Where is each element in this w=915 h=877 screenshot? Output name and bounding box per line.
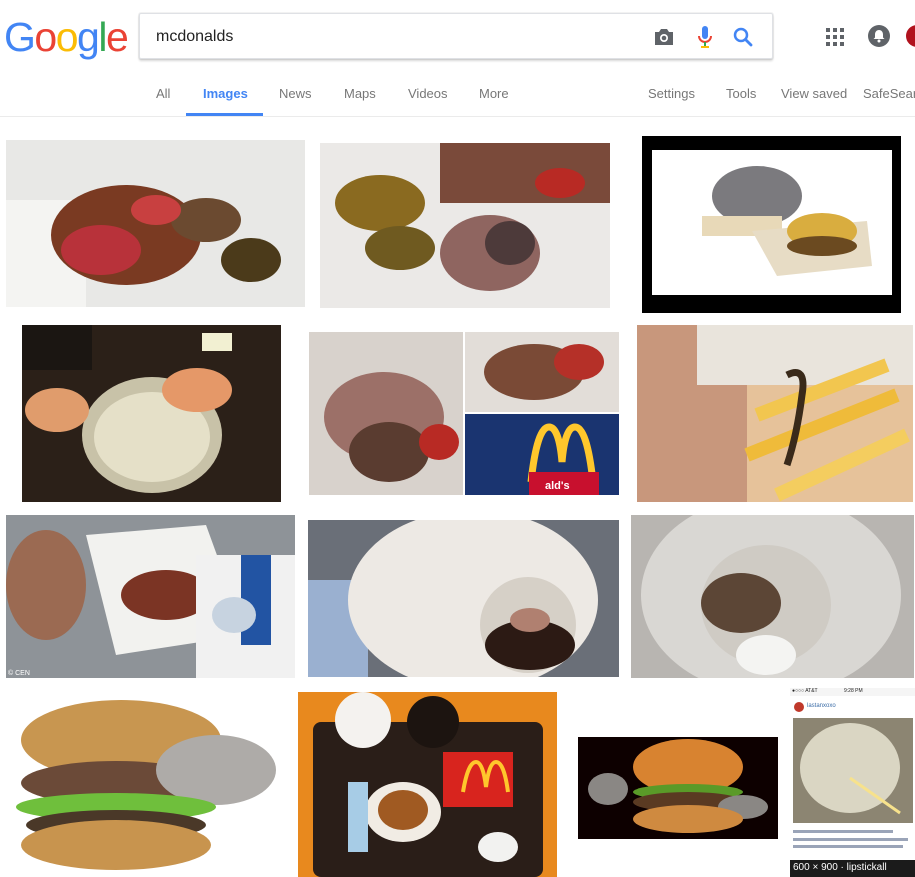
logo-letter-g2: g xyxy=(77,14,100,60)
tab-videos[interactable]: Videos xyxy=(408,86,448,101)
header: Google All Images News Maps Videos More … xyxy=(0,0,915,117)
logo-letter-g: G xyxy=(4,14,36,60)
image-result[interactable] xyxy=(642,136,901,313)
microphone-icon[interactable] xyxy=(693,25,717,49)
image-result[interactable] xyxy=(6,695,277,877)
image-result[interactable] xyxy=(22,325,281,502)
salad-photo-thumbnail xyxy=(22,325,281,502)
logo-letter-e: e xyxy=(105,14,129,60)
image-credit-caption: © CEN xyxy=(8,670,30,677)
image-results-grid: ald's © CEN ●○○○ AT&T 9:28 PM lastanxoxo… xyxy=(0,117,915,877)
logo-letter-l: l xyxy=(98,14,107,60)
tab-maps[interactable]: Maps xyxy=(344,86,376,101)
food-photo-thumbnail xyxy=(6,140,305,307)
active-tab-indicator xyxy=(186,113,263,116)
fries-photo-thumbnail xyxy=(637,325,913,502)
status-bar-time: 9:28 PM xyxy=(844,688,863,694)
tab-settings[interactable]: Settings xyxy=(648,86,695,101)
account-avatar[interactable] xyxy=(906,25,915,47)
rat-burger-thumbnail xyxy=(642,136,901,313)
rat-burger-thumbnail xyxy=(6,695,277,877)
tab-more[interactable]: More xyxy=(479,86,509,101)
tray-meal-thumbnail xyxy=(298,692,557,877)
image-result[interactable] xyxy=(308,520,619,677)
rat-burger-thumbnail xyxy=(578,737,778,839)
image-result[interactable] xyxy=(631,515,914,678)
sign-text: ald's xyxy=(545,480,570,492)
notifications-bell-icon[interactable] xyxy=(868,25,890,47)
tab-images[interactable]: Images xyxy=(203,86,248,101)
collage-thumbnail: ald's xyxy=(309,332,619,495)
phone-screenshot-thumbnail xyxy=(790,688,915,877)
tab-all[interactable]: All xyxy=(156,86,170,101)
search-input[interactable] xyxy=(156,24,636,50)
cup-photo-thumbnail xyxy=(308,520,619,677)
image-result[interactable] xyxy=(6,140,305,307)
tab-tools[interactable]: Tools xyxy=(726,86,756,101)
safesearch-link[interactable]: SafeSear xyxy=(863,86,915,101)
image-result[interactable]: ald's xyxy=(309,332,619,495)
search-box xyxy=(139,13,773,59)
image-size-caption: 600 × 900 · lipstickall xyxy=(793,862,887,873)
image-result[interactable] xyxy=(320,143,610,308)
status-bar-carrier: ●○○○ AT&T xyxy=(792,688,818,694)
image-result[interactable]: ●○○○ AT&T 9:28 PM lastanxoxo 600 × 900 ·… xyxy=(790,688,915,877)
tab-news[interactable]: News xyxy=(279,86,312,101)
post-username: lastanxoxo xyxy=(807,703,836,709)
apps-grid-icon[interactable] xyxy=(826,28,844,46)
image-result[interactable] xyxy=(578,737,778,839)
google-logo[interactable]: Google xyxy=(4,14,129,60)
logo-letter-o1: o xyxy=(34,14,57,60)
newspaper-food-thumbnail xyxy=(6,515,295,678)
logo-letter-o2: o xyxy=(55,14,79,60)
image-result[interactable] xyxy=(637,325,913,502)
search-tabs: All Images News Maps Videos More Setting… xyxy=(0,75,915,117)
search-icon[interactable] xyxy=(731,25,755,49)
image-result[interactable] xyxy=(298,692,557,877)
view-saved-link[interactable]: View saved xyxy=(781,86,847,101)
food-photo-thumbnail xyxy=(320,143,610,308)
cup-mouse-thumbnail xyxy=(631,515,914,678)
camera-icon[interactable] xyxy=(652,25,676,49)
image-result[interactable]: © CEN xyxy=(6,515,295,678)
